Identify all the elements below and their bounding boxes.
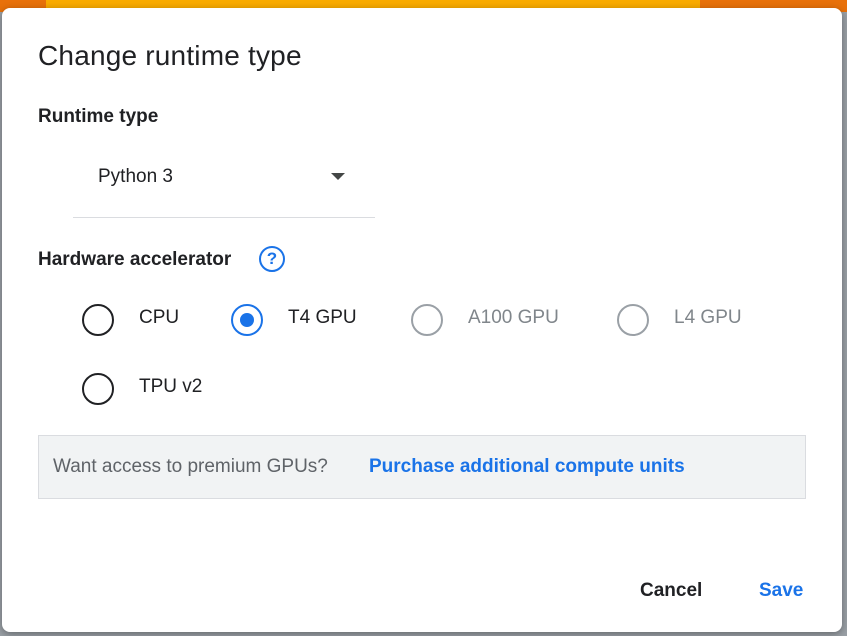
cancel-button[interactable]: Cancel	[640, 580, 702, 602]
premium-gpu-info-box: Want access to premium GPUs? Purchase ad…	[38, 435, 806, 499]
radio-label-tpu-v2: TPU v2	[139, 376, 203, 397]
dialog-title: Change runtime type	[38, 40, 302, 71]
radio-button-checked-icon[interactable]	[231, 304, 263, 336]
runtime-type-value: Python 3	[98, 166, 173, 187]
radio-label-cpu: CPU	[139, 307, 180, 328]
save-button[interactable]: Save	[759, 580, 803, 602]
radio-cpu[interactable]: CPU	[82, 304, 212, 340]
radio-button-disabled-icon[interactable]	[411, 304, 443, 336]
runtime-type-label: Runtime type	[38, 106, 159, 127]
radio-tpu-v2[interactable]: TPU v2	[82, 373, 242, 409]
change-runtime-dialog: Change runtime type Runtime type Python …	[2, 8, 842, 632]
radio-l4-gpu[interactable]: L4 GPU	[617, 304, 777, 340]
radio-label-t4-gpu: T4 GPU	[288, 307, 357, 328]
radio-button-icon[interactable]	[82, 304, 114, 336]
radio-button-disabled-icon[interactable]	[617, 304, 649, 336]
radio-a100-gpu[interactable]: A100 GPU	[411, 304, 601, 340]
radio-button-icon[interactable]	[82, 373, 114, 405]
radio-label-l4-gpu: L4 GPU	[674, 307, 742, 328]
premium-gpu-text: Want access to premium GPUs?	[53, 456, 328, 477]
hardware-accelerator-label: Hardware accelerator	[38, 249, 232, 270]
radio-label-a100-gpu: A100 GPU	[468, 307, 559, 328]
help-circle-icon[interactable]: ?	[259, 246, 285, 272]
purchase-compute-units-link[interactable]: Purchase additional compute units	[369, 456, 685, 478]
runtime-type-select[interactable]: Python 3	[73, 158, 375, 218]
dropdown-arrow-icon	[331, 173, 345, 180]
radio-t4-gpu[interactable]: T4 GPU	[231, 304, 391, 340]
